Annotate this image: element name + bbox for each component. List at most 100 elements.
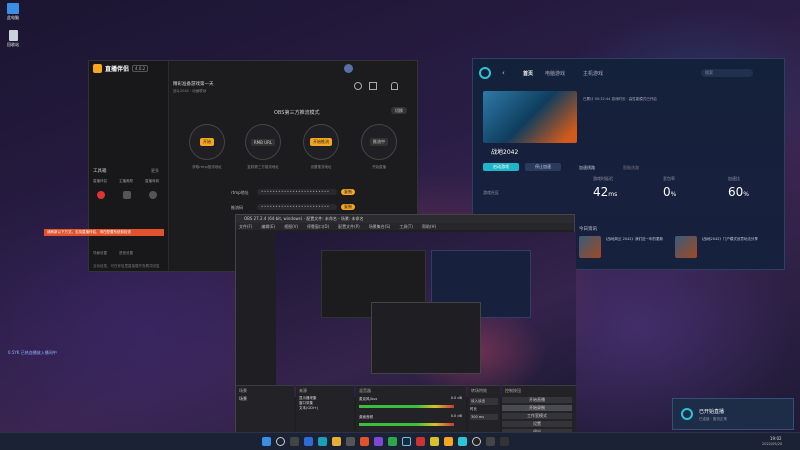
settings-button[interactable]: 设置 (502, 421, 572, 427)
app-icon-6[interactable] (486, 437, 495, 446)
obs-menu-bar: 文件(F) 编辑(E) 视图(V) 停靠窗口(D) 配置文件(P) 场景集合(S… (236, 223, 574, 230)
windows-start-icon[interactable] (262, 437, 271, 446)
rtmp-field[interactable]: •••••••••••••••••••••••• (257, 189, 337, 195)
menu-docks[interactable]: 停靠窗口(D) (307, 223, 329, 230)
news-thumb (579, 236, 601, 258)
bottom-tool-1[interactable]: 语音设置 (119, 251, 133, 256)
search-icon[interactable] (276, 437, 285, 446)
bell-icon[interactable] (391, 82, 398, 90)
room-subtitle: 战斗2042 · 动画联动 (173, 89, 207, 93)
task-view-icon[interactable] (290, 437, 299, 446)
monitor-icon (7, 3, 19, 14)
menu-profile[interactable]: 配置文件(P) (338, 223, 360, 230)
news-text: 《战地2042》门户模式创意玩法分享 (700, 237, 758, 241)
game-app-taskbar-icon[interactable] (458, 437, 467, 446)
mixer-meter (359, 423, 454, 426)
game-cover-art (483, 91, 577, 143)
menu-tools[interactable]: 工具(T) (399, 223, 413, 230)
scenes-header: 场景 (239, 388, 247, 393)
start-streaming-button[interactable]: 开始直播 (502, 397, 572, 403)
news-item-1[interactable]: 《战地2042》门户模式创意玩法分享 (675, 236, 765, 264)
tool-icon-c[interactable] (149, 191, 157, 199)
tool-item-2[interactable]: 直播商城 (145, 179, 159, 184)
game-meta: 已累计 00:32:44 游戏时长 · 高性能模式已开启 (583, 97, 657, 101)
settings-icon[interactable] (354, 82, 362, 90)
copy-rtmp-button[interactable]: 复制 (341, 189, 355, 195)
app-icon-1[interactable] (360, 437, 369, 446)
tool-icon-b[interactable] (123, 191, 131, 199)
tool-icon-a[interactable] (97, 191, 105, 199)
widgets-icon[interactable] (304, 437, 313, 446)
mixer-meter (359, 405, 454, 408)
live-logo-icon (93, 64, 102, 73)
app-icon-3[interactable] (388, 437, 397, 446)
stat-loss-value: 0% (663, 185, 676, 199)
clock-time[interactable]: 19:02 (770, 436, 782, 441)
tool-item-1[interactable]: 主播美颜 (119, 179, 133, 184)
app-icon-4[interactable] (416, 437, 425, 446)
stat-loss-label: 丢包率 (663, 176, 675, 181)
explorer-icon[interactable] (332, 437, 341, 446)
app-icon-7[interactable] (500, 437, 509, 446)
tools-more-link[interactable]: 更多 (151, 168, 159, 174)
related-link[interactable]: 游戏社区 (483, 190, 499, 196)
live-app-taskbar-icon[interactable] (444, 437, 453, 446)
sources-header: 来源 (299, 388, 307, 393)
bottom-tool-0[interactable]: 场景设置 (93, 251, 107, 256)
start-recording-button[interactable]: 开始录制 (502, 405, 572, 411)
step-3-tag: 开始推流 (310, 138, 332, 146)
mode-switch-button[interactable]: 切换 (391, 107, 407, 114)
stop-accel-button[interactable]: 停止加速 (525, 163, 561, 171)
alert-banner[interactable]: 请刷新以下方式，支持直播伴侣，请在配置系统前检查 (44, 229, 164, 236)
obs-preview[interactable] (276, 232, 576, 397)
copy-key-button[interactable]: 复制 (341, 204, 355, 210)
tool-item-0[interactable]: 直播伴侣 (93, 179, 107, 184)
start-game-button[interactable]: 启动游戏 (483, 163, 519, 171)
store-icon[interactable] (346, 437, 355, 446)
tab-console-games[interactable]: 主机游戏 (583, 70, 603, 77)
desktop-icon-this-pc[interactable]: 此电脑 (3, 3, 23, 21)
clock-date[interactable]: 2022/05/20 (762, 442, 782, 446)
step-2-tag: RMB URL (250, 138, 276, 146)
menu-scene-collection[interactable]: 场景集合(S) (369, 223, 391, 230)
source-item[interactable]: 文本(GDI+) (296, 406, 354, 411)
mixer-header: 混音器 (359, 388, 371, 393)
key-field[interactable]: •••••••••••••••••••••••• (257, 204, 337, 210)
menu-edit[interactable]: 编辑(E) (261, 223, 275, 230)
mixer-channel-0: 麦克风/Aux 0.0 dB (356, 396, 466, 414)
stat-latency-value: 42ms (593, 185, 617, 199)
duration-field[interactable]: 300 ms (470, 414, 498, 420)
app-icon-2[interactable] (374, 437, 383, 446)
stat-boost-value: 60% (728, 185, 749, 199)
taskbar: 19:02 2022/05/20 (0, 432, 800, 450)
menu-view[interactable]: 视图(V) (284, 223, 298, 230)
stat-boost-number: 60 (728, 185, 744, 199)
obs-taskbar-icon[interactable] (472, 437, 481, 446)
notification-toast[interactable]: 已开始直播 已连接 · 推流正常 (672, 398, 794, 430)
transition-select[interactable]: 淡入淡出 (470, 398, 498, 405)
tab-home[interactable]: 首页 (523, 70, 533, 77)
grid-icon[interactable] (369, 82, 377, 90)
news-item-0[interactable]: 《战地风云 2042》我们这一年的更新 (579, 236, 669, 264)
mixer-level: 0.0 dB (450, 396, 462, 400)
preview-obs (371, 302, 481, 374)
menu-help[interactable]: 帮助(H) (422, 223, 436, 230)
rtmp-label: rtmp地址 (231, 190, 249, 195)
step-4-tag: 推流中 (370, 138, 388, 146)
edge-icon[interactable] (318, 437, 327, 446)
stat-latency-label: 游戏时延迟 (593, 176, 613, 181)
desktop-icon-recycle-bin[interactable]: 回收站 (3, 30, 23, 48)
back-icon[interactable]: ‹ (502, 69, 505, 77)
search-input[interactable]: 搜索 (701, 69, 753, 77)
recycle-bin-icon (8, 30, 18, 41)
steam-icon[interactable] (402, 437, 411, 446)
studio-mode-button[interactable]: 工作室模式 (502, 413, 572, 419)
duration-label: 时长 (470, 407, 477, 411)
avatar[interactable] (344, 64, 353, 73)
app-icon-5[interactable] (430, 437, 439, 446)
scene-item[interactable]: 场景 (236, 396, 294, 402)
game-title: 战地2042 (491, 149, 519, 156)
menu-file[interactable]: 文件(F) (239, 223, 252, 230)
step-4-caption: 开始直播 (372, 165, 386, 169)
tab-pc-games[interactable]: 电脑游戏 (545, 70, 565, 77)
